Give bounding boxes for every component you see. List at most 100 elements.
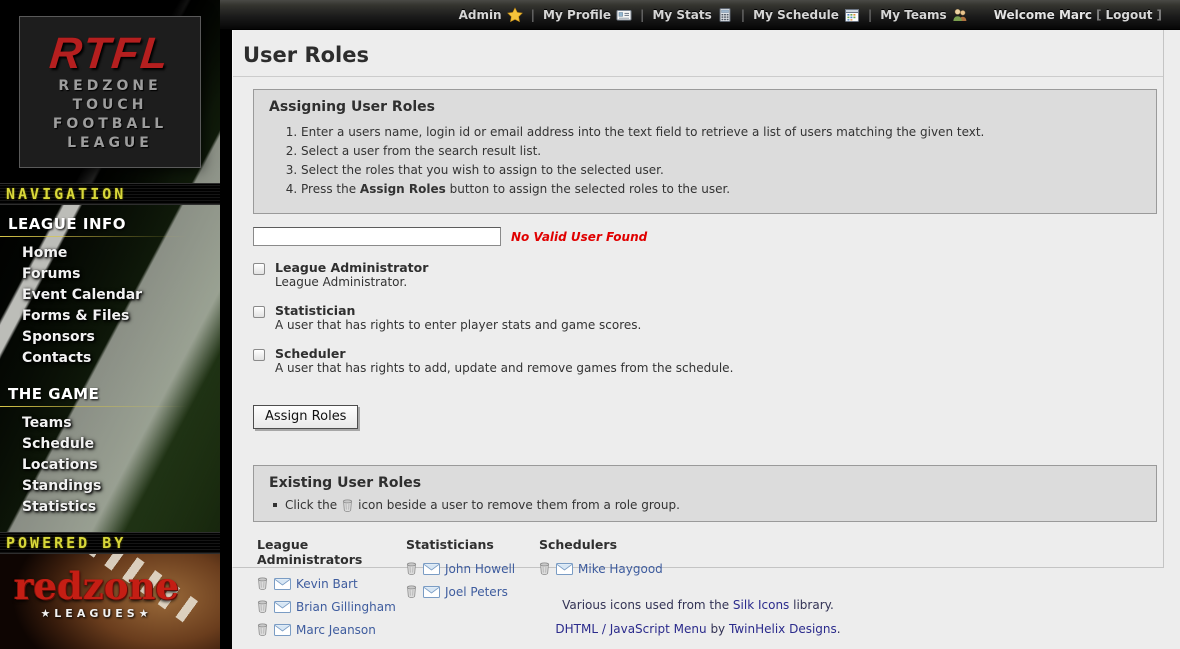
group-title: Schedulers <box>539 537 663 552</box>
silk-icons-link[interactable]: Silk Icons <box>733 598 789 612</box>
role-name: League Administrator <box>275 260 428 275</box>
search-status-message: No Valid User Found <box>511 230 647 244</box>
email-user-icon[interactable] <box>274 578 291 590</box>
email-user-icon[interactable] <box>556 563 573 575</box>
redzone-logo-subtext: ★LEAGUES★ <box>14 607 179 620</box>
email-user-icon[interactable] <box>423 563 440 575</box>
sidebar-item-statistics[interactable]: Statistics <box>0 497 220 518</box>
content-row: User Roles Assigning User Roles Enter a … <box>220 30 1180 649</box>
existing-box-title: Existing User Roles <box>269 475 1141 491</box>
user-role-row: Kevin Bart <box>257 576 406 591</box>
existing-box-note: Click the icon beside a user to remove t… <box>269 498 1141 512</box>
sidebar-nav: LEAGUE INFO Home Forums Event Calendar F… <box>0 205 220 518</box>
logout-bracket: ] <box>1157 8 1162 22</box>
rtfl-logo-line: REDZONE <box>58 77 161 96</box>
section-title: THE GAME <box>0 383 220 406</box>
trash-icon <box>342 499 353 512</box>
topbar-item-admin[interactable]: Admin <box>459 7 523 23</box>
role-row: Statistician A user that has rights to e… <box>253 303 1157 333</box>
page-title: User Roles <box>233 30 1163 76</box>
assign-roles-button[interactable]: Assign Roles <box>253 405 358 429</box>
instruction-step: Press the Assign Roles button to assign … <box>301 181 1141 197</box>
section-underline <box>0 406 220 407</box>
user-role-row: Brian Gillingham <box>257 599 406 614</box>
instruction-step: Select a user from the search result lis… <box>301 143 1141 159</box>
sidebar-item-standings[interactable]: Standings <box>0 476 220 497</box>
user-search-input[interactable] <box>253 227 501 246</box>
star-icon <box>507 7 523 23</box>
remove-user-icon[interactable] <box>406 585 417 598</box>
twinhelix-link[interactable]: TwinHelix Designs <box>729 622 837 636</box>
sidebar-item-contacts[interactable]: Contacts <box>0 348 220 369</box>
navigation-header: NAVIGATION <box>0 183 220 205</box>
sidebar-item-forms-files[interactable]: Forms & Files <box>0 306 220 327</box>
dhtml-menu-link[interactable]: DHTML / JavaScript Menu <box>555 622 706 636</box>
vcard-icon <box>616 7 632 23</box>
topbar-item-my-stats[interactable]: My Stats <box>652 7 732 23</box>
user-role-row: Mike Haygood <box>539 561 663 576</box>
welcome-text: Welcome Marc <box>994 8 1092 22</box>
remove-user-icon[interactable] <box>257 577 268 590</box>
role-checkbox-statistician[interactable] <box>253 306 265 318</box>
topbar-item-my-schedule[interactable]: My Schedule <box>753 7 860 23</box>
rtfl-logo[interactable]: RTFL REDZONE TOUCH FOOTBALL LEAGUE <box>19 16 201 168</box>
group-statisticians: Statisticians John Howell Joel Peters <box>406 537 539 645</box>
role-name: Scheduler <box>275 346 733 361</box>
section-title: LEAGUE INFO <box>0 213 220 236</box>
main-column: Admin | My Profile | My Stats | <box>220 0 1180 649</box>
calculator-icon <box>717 7 733 23</box>
role-name: Statistician <box>275 303 641 318</box>
sidebar-item-sponsors[interactable]: Sponsors <box>0 327 220 348</box>
sidebar-item-event-calendar[interactable]: Event Calendar <box>0 285 220 306</box>
role-description: A user that has rights to enter player s… <box>275 318 641 333</box>
redzone-leagues-logo[interactable]: redzone ★LEAGUES★ <box>0 554 220 649</box>
logout-bracket: [ <box>1096 8 1101 22</box>
user-link[interactable]: Mike Haygood <box>578 562 663 576</box>
sidebar: RTFL REDZONE TOUCH FOOTBALL LEAGUE NAVIG… <box>0 0 220 649</box>
user-role-row: Marc Jeanson <box>257 622 406 637</box>
remove-user-icon[interactable] <box>257 600 268 613</box>
remove-user-icon[interactable] <box>539 562 550 575</box>
logout-button[interactable]: Logout <box>1106 8 1153 22</box>
user-link[interactable]: Joel Peters <box>445 585 508 599</box>
user-link[interactable]: John Howell <box>445 562 515 576</box>
user-roles-panel: User Roles Assigning User Roles Enter a … <box>232 30 1164 568</box>
topbar-separator: | <box>531 8 535 22</box>
topbar-item-my-teams[interactable]: My Teams <box>880 7 967 23</box>
role-checkbox-list: League Administrator League Administrato… <box>253 260 1157 376</box>
group-title: Statisticians <box>406 537 539 552</box>
existing-user-roles-box: Existing User Roles Click the icon besid… <box>253 465 1157 522</box>
sidebar-item-schedule[interactable]: Schedule <box>0 434 220 455</box>
role-checkbox-scheduler[interactable] <box>253 349 265 361</box>
sidebar-item-locations[interactable]: Locations <box>0 455 220 476</box>
redzone-logo-text: redzone <box>14 568 179 605</box>
remove-user-icon[interactable] <box>257 623 268 636</box>
user-role-row: John Howell <box>406 561 539 576</box>
user-link[interactable]: Marc Jeanson <box>296 623 376 637</box>
content-area: User Roles Assigning User Roles Enter a … <box>232 30 1180 649</box>
role-checkbox-league-administrator[interactable] <box>253 263 265 275</box>
league-logo-area: RTFL REDZONE TOUCH FOOTBALL LEAGUE <box>0 0 220 183</box>
topbar-separator: | <box>640 8 644 22</box>
topbar: Admin | My Profile | My Stats | <box>220 0 1180 30</box>
rtfl-logo-line: TOUCH <box>73 96 148 115</box>
topbar-item-my-profile[interactable]: My Profile <box>543 7 632 23</box>
rtfl-logo-line: LEAGUE <box>67 134 153 153</box>
topbar-separator: | <box>741 8 745 22</box>
user-link[interactable]: Brian Gillingham <box>296 600 396 614</box>
email-user-icon[interactable] <box>423 586 440 598</box>
divider-strip <box>220 30 232 649</box>
user-link[interactable]: Kevin Bart <box>296 577 358 591</box>
topbar-separator: | <box>868 8 872 22</box>
assign-instructions: Enter a users name, login id or email ad… <box>269 124 1141 197</box>
sidebar-item-forums[interactable]: Forums <box>0 264 220 285</box>
email-user-icon[interactable] <box>274 624 291 636</box>
group-title: League Administrators <box>257 537 406 567</box>
remove-user-icon[interactable] <box>406 562 417 575</box>
section-underline <box>0 236 220 237</box>
user-search-row: No Valid User Found <box>253 227 1157 246</box>
sidebar-item-home[interactable]: Home <box>0 243 220 264</box>
email-user-icon[interactable] <box>274 601 291 613</box>
rtfl-logo-acronym: RTFL <box>48 31 172 77</box>
sidebar-item-teams[interactable]: Teams <box>0 413 220 434</box>
